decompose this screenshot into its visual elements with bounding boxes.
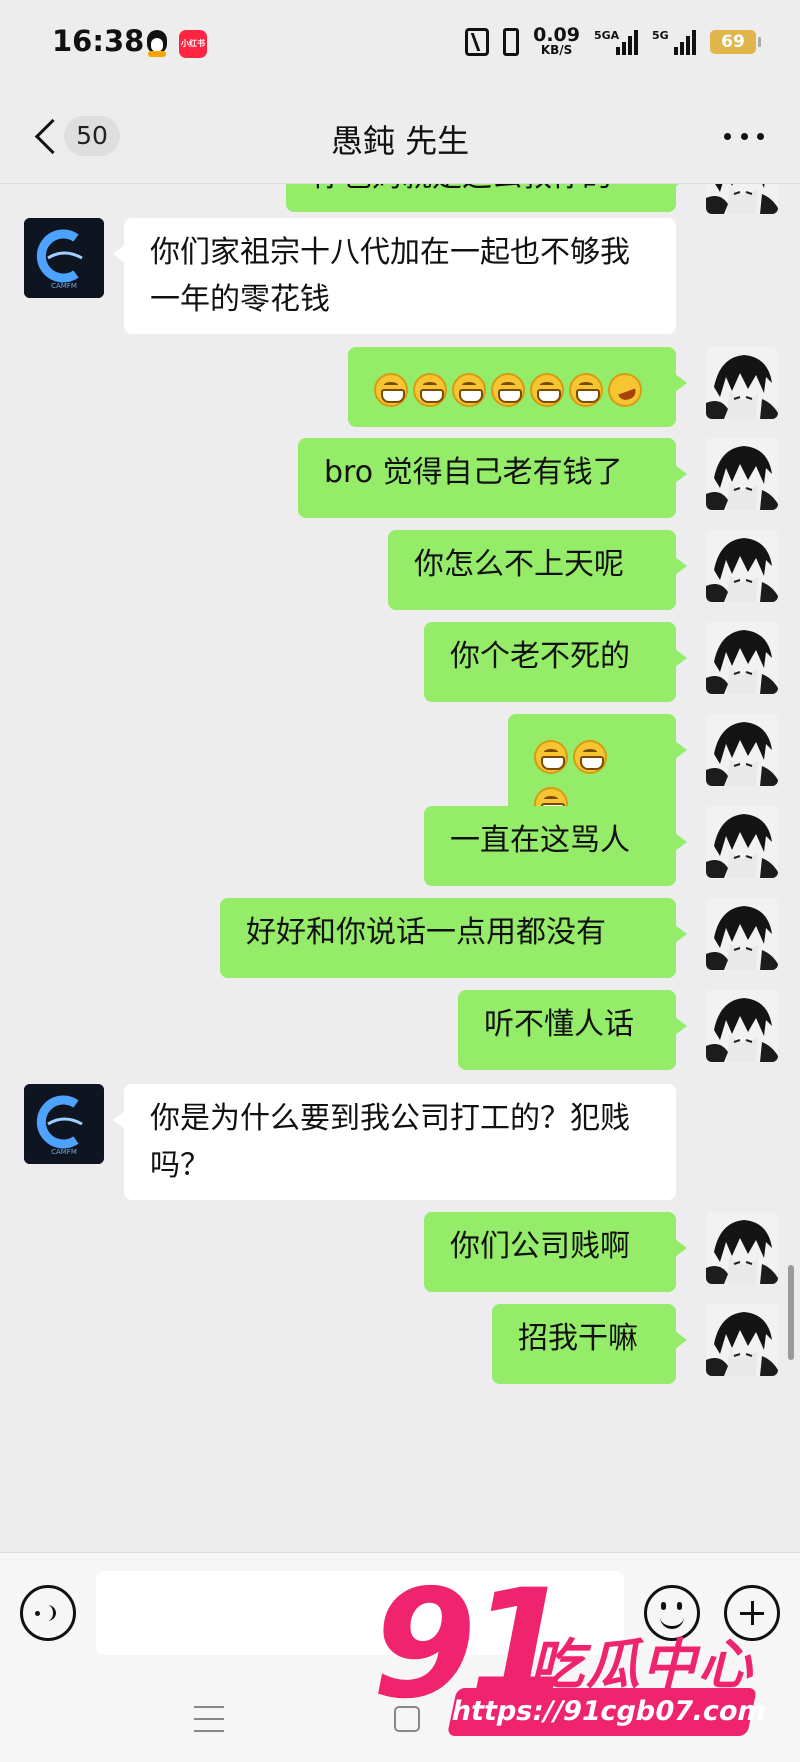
status-app-icons: 小红书 <box>145 30 207 58</box>
message-bubble[interactable]: 你爸妈就是这么教你的 <box>286 184 687 212</box>
message-text: 你们公司贱啊 <box>450 1229 630 1264</box>
grinning-emoji-icon <box>573 739 607 774</box>
message-text: 你们家祖宗十八代加在一起也不够我一年的零花钱 <box>150 235 630 317</box>
more-options-button[interactable] <box>724 124 764 148</box>
self-avatar[interactable] <box>706 1304 778 1376</box>
sent-message: bro 觉得自己老有钱了 <box>0 438 800 518</box>
vibrate-icon <box>503 27 520 56</box>
sent-message: 听不懂人话 <box>0 990 800 1070</box>
grinning-emoji-icon <box>452 372 486 407</box>
sent-message <box>0 714 800 837</box>
self-avatar[interactable] <box>706 622 778 694</box>
message-bubble[interactable]: 好好和你说话一点用都没有 <box>220 898 687 978</box>
sent-message <box>0 347 800 427</box>
self-avatar[interactable] <box>706 990 778 1062</box>
grinning-emoji-icon <box>534 739 568 774</box>
signal-icon-5g: 5G <box>652 29 696 55</box>
message-text: 你个老不死的 <box>450 639 630 674</box>
nfc-icon <box>465 27 490 56</box>
message-bubble[interactable]: 你是为什么要到我公司打工的？犯贱吗？ <box>113 1084 676 1200</box>
network-speed: 0.09 KB/S <box>533 26 580 57</box>
message-text: 一直在这骂人 <box>450 823 630 858</box>
grinning-emoji-icon <box>530 372 564 407</box>
message-text: bro 觉得自己老有钱了 <box>324 455 623 490</box>
grinning-emoji-icon <box>569 372 603 407</box>
self-avatar[interactable] <box>706 806 778 878</box>
grinning-emoji-icon <box>374 372 408 407</box>
signal-icon-5ga: 5GA <box>594 29 638 55</box>
message-text: 你怎么不上天呢 <box>414 547 624 582</box>
message-bubble[interactable]: 听不懂人话 <box>458 990 687 1070</box>
svg-text:CAMFM: CAMFM <box>51 1148 77 1156</box>
status-bar: 16:38 小红书 0.09 KB/S 5GA 5G 69 <box>0 0 800 88</box>
self-avatar[interactable] <box>706 438 778 510</box>
status-system-icons: 0.09 KB/S 5GA 5G 69 <box>465 26 761 57</box>
self-avatar[interactable] <box>706 530 778 602</box>
emoji-message-bubble[interactable] <box>348 347 687 427</box>
qq-icon <box>145 30 169 58</box>
grinning-emoji-icon <box>413 372 447 407</box>
self-avatar[interactable] <box>706 1212 778 1284</box>
received-message: 你是为什么要到我公司打工的？犯贱吗？ CAMFM <box>0 1084 800 1200</box>
self-avatar[interactable] <box>706 184 778 214</box>
sent-message: 你们公司贱啊 <box>0 1212 800 1292</box>
message-bubble[interactable]: 你们家祖宗十八代加在一起也不够我一年的零花钱 <box>113 218 676 334</box>
self-avatar[interactable] <box>706 347 778 419</box>
laughing-emoji-icon <box>603 367 647 412</box>
contact-avatar[interactable]: CAMFM <box>24 218 104 298</box>
sent-message: 招我干嘛 <box>0 1304 800 1384</box>
chat-title: 愚鈍 先生 <box>330 122 470 160</box>
sent-message: 你个老不死的 <box>0 622 800 702</box>
sent-message: 你爸妈就是这么教你的 <box>0 184 800 214</box>
message-bubble[interactable]: 你们公司贱啊 <box>424 1212 687 1292</box>
grinning-emoji-icon <box>491 372 525 407</box>
message-bubble[interactable]: 一直在这骂人 <box>424 806 687 886</box>
message-bubble[interactable]: bro 觉得自己老有钱了 <box>298 438 687 518</box>
self-avatar[interactable] <box>706 714 778 786</box>
message-text: 听不懂人话 <box>484 1007 634 1042</box>
chat-header: 50 愚鈍 先生 <box>0 88 800 184</box>
message-text: 你是为什么要到我公司打工的？犯贱吗？ <box>150 1101 630 1183</box>
network-speed-unit: KB/S <box>540 43 573 57</box>
recents-key[interactable] <box>194 1706 224 1732</box>
svg-text:CAMFM: CAMFM <box>51 282 77 290</box>
status-time: 16:38 <box>52 24 145 58</box>
sent-message: 好好和你说话一点用都没有 <box>0 898 800 978</box>
signal-tag: 5G <box>652 28 669 42</box>
message-text: 招我干嘛 <box>518 1321 638 1356</box>
message-bubble[interactable]: 招我干嘛 <box>492 1304 687 1384</box>
sent-message: 一直在这骂人 <box>0 806 800 886</box>
scrollbar[interactable] <box>788 1265 794 1360</box>
message-bubble[interactable]: 你怎么不上天呢 <box>388 530 687 610</box>
signal-tag: 5GA <box>594 28 620 42</box>
message-text: 你爸妈就是这么教你的 <box>312 184 612 194</box>
message-list[interactable]: 你爸妈就是这么教你的你们家祖宗十八代加在一起也不够我一年的零花钱 CAMFM bro… <box>0 184 800 1552</box>
self-avatar[interactable] <box>706 898 778 970</box>
sent-message: 你怎么不上天呢 <box>0 530 800 610</box>
network-speed-value: 0.09 <box>533 24 580 46</box>
battery-icon: 69 <box>710 29 761 54</box>
xiaohongshu-icon: 小红书 <box>179 30 207 58</box>
watermark-url: https://91cgb07.com <box>446 1688 769 1736</box>
site-watermark: 91 吃瓜中心 https://91cgb07.com <box>372 1570 792 1760</box>
voice-input-button[interactable] <box>20 1585 76 1641</box>
received-message: 你们家祖宗十八代加在一起也不够我一年的零花钱 CAMFM <box>0 218 800 334</box>
contact-avatar[interactable]: CAMFM <box>24 1084 104 1164</box>
message-text: 好好和你说话一点用都没有 <box>246 915 606 950</box>
message-bubble[interactable]: 你个老不死的 <box>424 622 687 702</box>
